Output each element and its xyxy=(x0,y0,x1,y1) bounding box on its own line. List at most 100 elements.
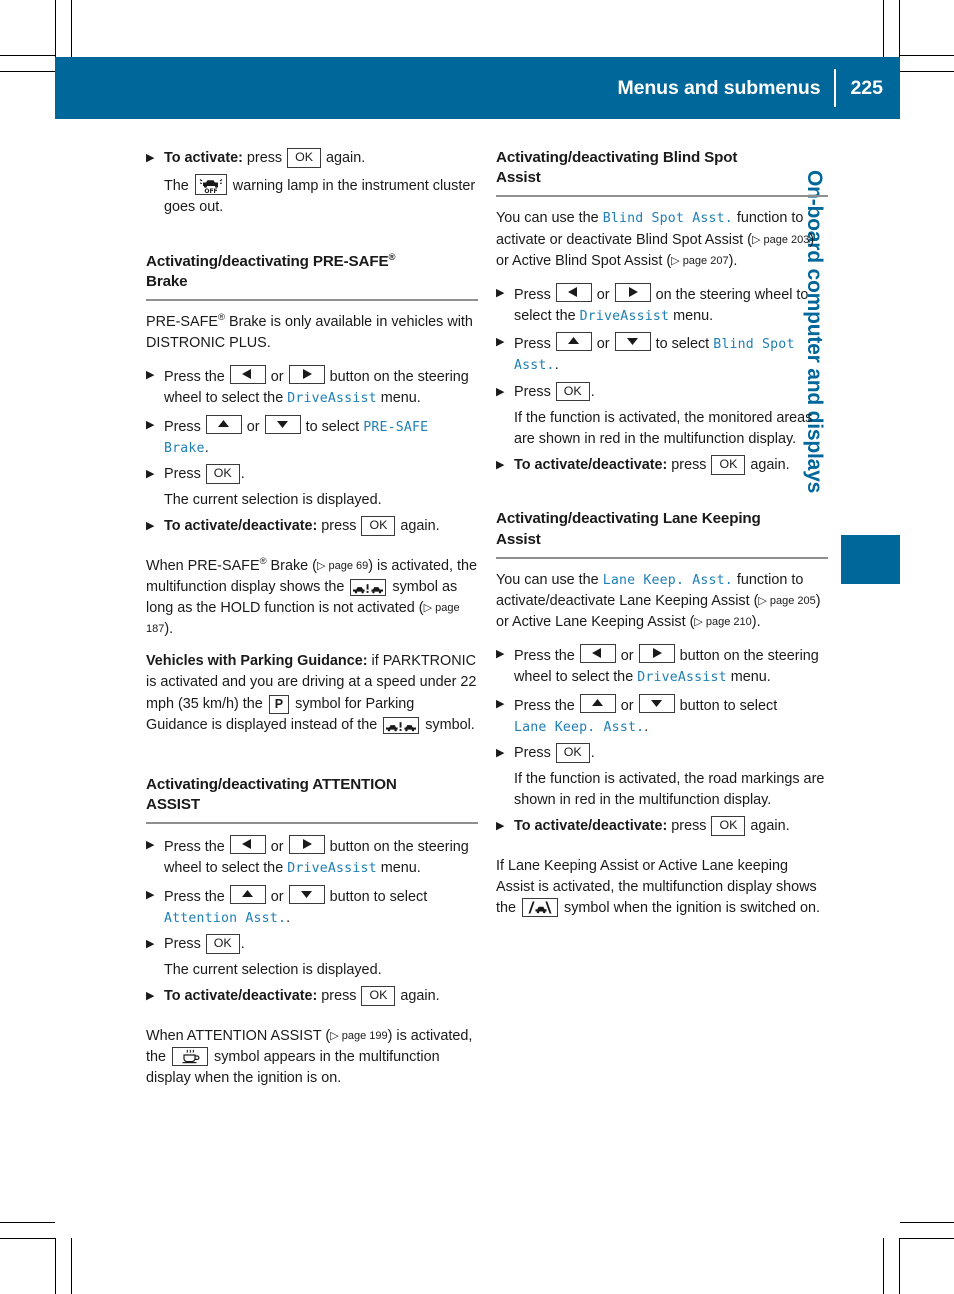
step-text-mid: to select xyxy=(651,336,714,353)
registered-mark: ® xyxy=(388,251,396,263)
left-arrow-key[interactable] xyxy=(555,282,592,302)
chapter-side-tab-marker xyxy=(841,535,900,584)
cross-reference-page-69[interactable]: ▷ page 69 xyxy=(317,560,368,572)
bullet-icon: ▶ xyxy=(146,152,155,164)
ok-key[interactable]: OK xyxy=(555,742,590,763)
lane-keeping-step-2: ▶ Press the or button to select Lane Kee… xyxy=(496,693,828,738)
heading-line-2: ASSIST xyxy=(146,796,200,814)
step-text: Press the xyxy=(514,697,579,714)
ok-key[interactable]: OK xyxy=(711,455,746,475)
ok-key[interactable]: OK xyxy=(287,148,321,168)
intro-tail: ). xyxy=(728,252,738,269)
cross-reference-page-210[interactable]: ▷ page 210 xyxy=(694,616,751,628)
left-arrow-key[interactable] xyxy=(229,365,266,385)
presafe-distance-warning-icon xyxy=(350,578,387,596)
bullet-icon: ▶ xyxy=(146,467,155,480)
step-label: To activate/deactivate: xyxy=(514,818,668,835)
crop-mark-bottom-left-v2 xyxy=(71,1238,72,1294)
parking-guidance-p-icon: P xyxy=(268,694,290,715)
lane-keeping-note-paragraph: If Lane Keeping Assist or Active Lane ke… xyxy=(496,856,828,920)
presafe-distance-warning-icon xyxy=(383,716,420,734)
presafe-brake-off-warning-lamp-icon: OFF xyxy=(194,174,227,196)
crop-mark-top-right-h2 xyxy=(900,71,954,72)
right-arrow-key[interactable] xyxy=(614,282,651,302)
crop-mark-top-left-h2 xyxy=(0,71,55,72)
parking-guidance-label: Vehicles with Parking Guidance: xyxy=(146,653,368,670)
step-text: press xyxy=(667,457,711,474)
step-text-tail: . xyxy=(590,383,595,400)
ok-key[interactable]: OK xyxy=(711,816,746,837)
step-text-or: or xyxy=(592,336,614,353)
attention-step-4: ▶ To activate/deactivate: press OK again… xyxy=(146,986,478,1007)
lane-keeping-icon xyxy=(522,898,559,917)
ok-key[interactable]: OK xyxy=(361,516,396,537)
bullet-icon: ▶ xyxy=(146,839,155,852)
ok-key[interactable]: OK xyxy=(361,986,396,1007)
parking-guidance-paragraph: Vehicles with Parking Guidance: if PARKT… xyxy=(146,651,478,736)
down-arrow-key[interactable] xyxy=(288,884,325,904)
step-text-tail: again. xyxy=(322,150,366,166)
right-arrow-key[interactable] xyxy=(288,365,325,385)
heading-rule xyxy=(146,822,478,825)
attention-step-3: ▶ Press OK. xyxy=(146,934,478,955)
step-text-tail: again. xyxy=(746,457,790,474)
bullet-icon: ▶ xyxy=(496,746,505,759)
heading-line-1: Activating/deactivating Blind Spot xyxy=(496,149,738,166)
ok-key[interactable]: OK xyxy=(205,934,240,954)
heading-rule xyxy=(496,556,828,559)
cross-reference-page-207[interactable]: ▷ page 207 xyxy=(671,255,728,267)
bullet-icon: ▶ xyxy=(146,369,155,382)
left-arrow-key[interactable] xyxy=(579,644,616,664)
note-lead: When PRE-SAFE xyxy=(146,557,260,574)
up-arrow-key[interactable] xyxy=(205,414,242,434)
ok-key[interactable]: OK xyxy=(555,381,590,402)
ok-key[interactable]: OK xyxy=(205,463,240,484)
page-number: 225 xyxy=(850,76,883,99)
down-arrow-key[interactable] xyxy=(614,332,651,352)
page-header-bar: Menus and submenus 225 xyxy=(55,57,900,119)
down-arrow-key[interactable] xyxy=(264,414,301,434)
lane-keeping-intro-paragraph: You can use the Lane Keep. Asst. functio… xyxy=(496,570,828,634)
step-text: Press xyxy=(164,465,205,482)
up-arrow-key[interactable] xyxy=(555,332,592,352)
step-text: press xyxy=(317,518,361,535)
step-text-tail: menu. xyxy=(669,308,714,325)
heading-blind-spot-assist: Activating/deactivating Blind Spot Assis… xyxy=(496,148,828,188)
attention-step-2: ▶ Press the or button to select Attentio… xyxy=(146,884,478,929)
crop-mark-top-right-v2 xyxy=(899,0,900,57)
cross-reference-page-199[interactable]: ▷ page 199 xyxy=(330,1030,387,1042)
right-arrow-key[interactable] xyxy=(638,644,675,664)
step-text-or: or xyxy=(592,286,614,303)
menu-name-lane-keep-asst: Lane Keep. Asst. xyxy=(602,572,733,588)
step-text: Press xyxy=(514,383,555,400)
heading-rule xyxy=(146,298,478,301)
page-title: Menus and submenus xyxy=(617,76,821,99)
cross-reference-page-205[interactable]: ▷ page 205 xyxy=(758,595,815,607)
cross-reference-page-203[interactable]: ▷ page 203 xyxy=(752,234,809,246)
step-text-or: or xyxy=(266,888,288,905)
lane-keeping-step-1: ▶ Press the or button on the steering wh… xyxy=(496,644,828,688)
up-arrow-key[interactable] xyxy=(579,693,616,713)
bullet-icon: ▶ xyxy=(496,820,505,833)
crop-mark-top-left-v2 xyxy=(71,0,72,57)
note-text-tail: symbol when the ignition is switched on. xyxy=(560,900,820,916)
step-label: To activate/deactivate: xyxy=(514,457,668,474)
step-label: To activate: xyxy=(164,150,243,166)
step-text: Press the xyxy=(164,888,229,905)
menu-name-driveassist: DriveAssist xyxy=(287,861,377,877)
left-arrow-key[interactable] xyxy=(229,835,266,855)
presafe-note-paragraph: When PRE-SAFE® Brake (▷ page 69) is acti… xyxy=(146,556,478,641)
step-text: Press xyxy=(164,936,205,952)
note-lead: When ATTENTION ASSIST ( xyxy=(146,1027,331,1044)
up-arrow-key[interactable] xyxy=(229,884,266,904)
down-arrow-key[interactable] xyxy=(638,693,675,713)
step-text-or: or xyxy=(266,839,288,856)
bullet-icon: ▶ xyxy=(146,418,155,431)
bullet-icon: ▶ xyxy=(496,648,505,661)
right-arrow-key[interactable] xyxy=(288,835,325,855)
blind-spot-step-4: ▶ To activate/deactivate: press OK again… xyxy=(496,455,828,476)
note-text: Brake ( xyxy=(266,557,317,574)
page-header-content: Menus and submenus 225 xyxy=(617,57,900,119)
blind-spot-step-3-detail: If the function is activated, the monito… xyxy=(514,409,813,447)
